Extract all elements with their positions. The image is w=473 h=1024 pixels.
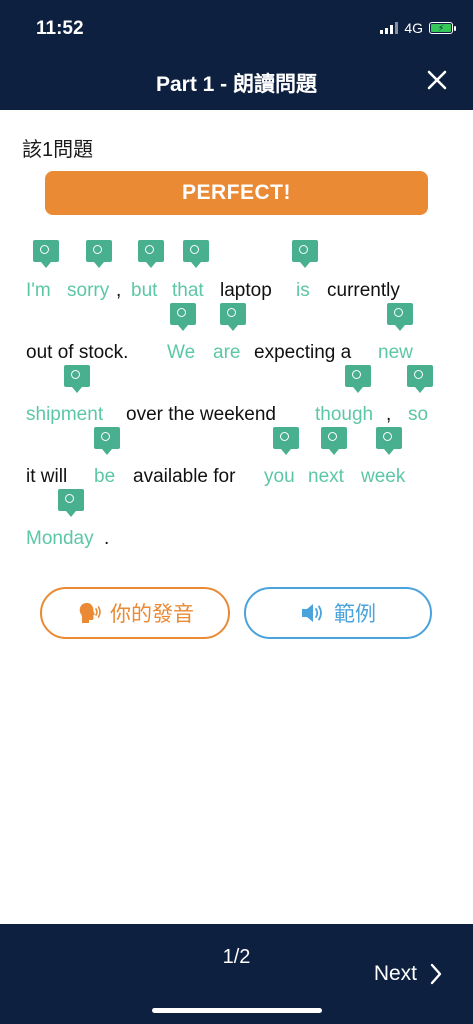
- next-button[interactable]: Next: [374, 962, 443, 986]
- close-icon[interactable]: [423, 66, 451, 94]
- speaking-head-icon: [79, 603, 101, 623]
- your-voice-button[interactable]: 你的發音: [40, 587, 230, 639]
- result-banner: PERFECT!: [45, 171, 428, 215]
- chevron-right-icon: [430, 963, 442, 985]
- word-correct[interactable]: I'm: [26, 280, 51, 302]
- word: ,: [116, 280, 122, 301]
- word: out of stock.: [26, 342, 129, 363]
- word-correct[interactable]: week: [361, 466, 405, 488]
- word: it will: [26, 466, 68, 487]
- page-title: Part 1 - 朗讀問題: [155, 73, 318, 96]
- word-correct[interactable]: but: [131, 280, 157, 302]
- word-correct[interactable]: you: [264, 466, 295, 488]
- word-correct[interactable]: shipment: [26, 404, 103, 426]
- passage-line: it will be available for you next week: [26, 426, 456, 488]
- pin-icon[interactable]: [376, 427, 402, 455]
- your-voice-label: 你的發音: [110, 603, 194, 626]
- word: available for: [133, 466, 236, 487]
- pin-icon[interactable]: [273, 427, 299, 455]
- pin-icon[interactable]: [321, 427, 347, 455]
- pin-icon[interactable]: [64, 365, 90, 393]
- pin-icon[interactable]: [292, 240, 318, 268]
- word-correct[interactable]: next: [308, 466, 344, 488]
- word-correct[interactable]: Monday: [26, 528, 94, 550]
- pin-icon[interactable]: [58, 489, 84, 517]
- pin-icon[interactable]: [86, 240, 112, 268]
- header: 11:52 4G ⚡ Part 1 - 朗讀問題: [0, 0, 473, 110]
- next-label: Next: [373, 962, 417, 985]
- network-label: 4G: [404, 20, 423, 36]
- word-correct[interactable]: new: [378, 342, 413, 364]
- pin-icon[interactable]: [94, 427, 120, 455]
- word-correct[interactable]: though: [315, 404, 373, 426]
- passage-line: I'm sorry , but that laptop is currently: [26, 240, 456, 302]
- speaker-icon: [302, 604, 322, 622]
- pin-icon[interactable]: [33, 240, 59, 268]
- pin-icon[interactable]: [170, 303, 196, 331]
- word-correct[interactable]: be: [94, 466, 115, 488]
- word: laptop: [220, 280, 272, 301]
- home-indicator: [152, 1008, 322, 1013]
- word: currently: [327, 280, 400, 301]
- word: expecting a: [254, 342, 352, 363]
- example-button[interactable]: 範例: [244, 587, 432, 639]
- passage-line: out of stock. We are expecting a new: [26, 302, 456, 364]
- question-number: 該1問題: [22, 139, 94, 161]
- footer: 1/2 Next: [0, 924, 473, 1024]
- word-correct[interactable]: so: [408, 404, 428, 426]
- word-correct[interactable]: We: [167, 342, 195, 364]
- pin-icon[interactable]: [138, 240, 164, 268]
- word-correct[interactable]: are: [213, 342, 240, 364]
- pin-icon[interactable]: [345, 365, 371, 393]
- signal-icon: [380, 22, 399, 34]
- word-correct[interactable]: that: [172, 280, 204, 302]
- passage-line: Monday .: [26, 488, 456, 550]
- pin-icon[interactable]: [183, 240, 209, 268]
- battery-icon: ⚡: [429, 22, 456, 34]
- pin-icon[interactable]: [220, 303, 246, 331]
- word-correct[interactable]: is: [296, 280, 310, 302]
- pin-icon[interactable]: [387, 303, 413, 331]
- word-correct[interactable]: sorry: [67, 280, 109, 302]
- word: ,: [386, 404, 392, 425]
- passage: I'm sorry , but that laptop is currently…: [26, 240, 456, 550]
- example-label: 範例: [334, 603, 376, 626]
- pin-icon[interactable]: [407, 365, 433, 393]
- word: over the weekend: [126, 404, 276, 425]
- status-time: 11:52: [36, 18, 84, 39]
- status-icons: 4G ⚡: [380, 20, 456, 36]
- word: .: [104, 528, 110, 549]
- passage-line: shipment over the weekend though , so: [26, 364, 456, 426]
